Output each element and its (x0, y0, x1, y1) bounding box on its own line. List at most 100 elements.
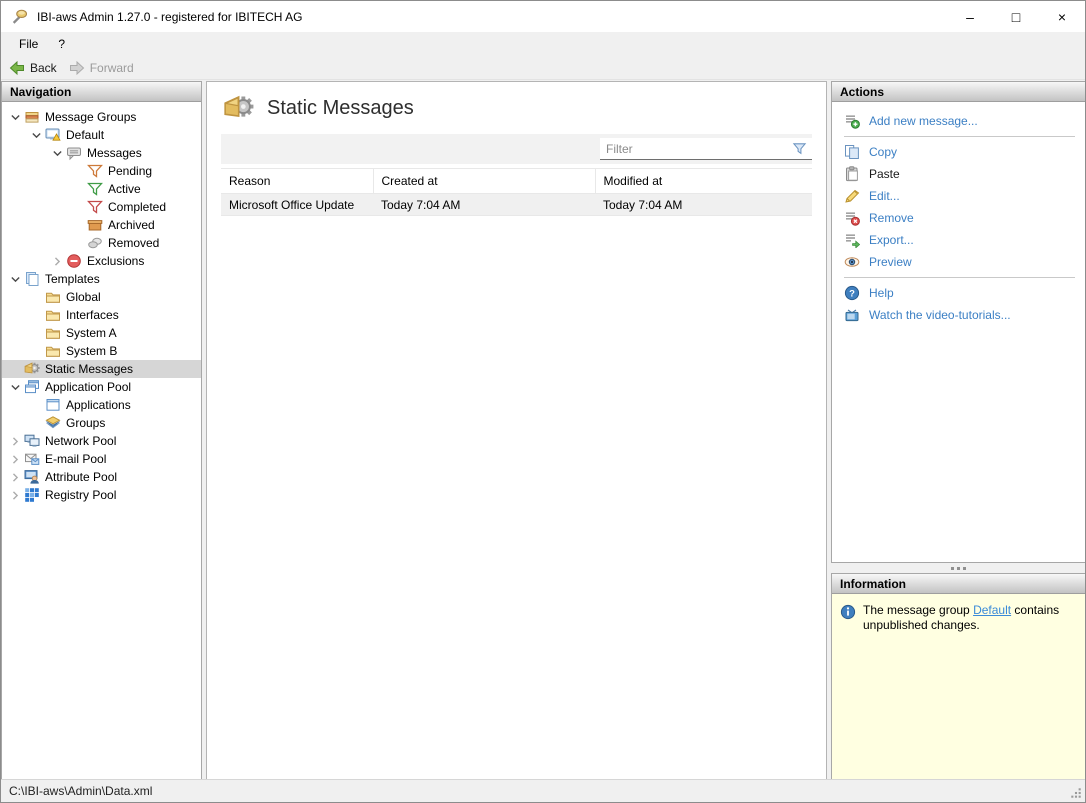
folder-icon (45, 343, 61, 359)
archive-icon (87, 217, 103, 233)
tree-expander[interactable] (6, 489, 24, 502)
panel-splitter[interactable] (831, 563, 1086, 573)
edit-icon (844, 188, 860, 204)
tree-item-messages[interactable]: Messages (2, 144, 201, 162)
information-content: The message group Default contains unpub… (832, 594, 1085, 642)
attribute-pool-icon (24, 469, 40, 485)
navigation-tree: Message Groups Default Messages PendingActi… (2, 102, 201, 504)
tree-expander[interactable] (48, 147, 66, 160)
groups-icon (45, 415, 61, 431)
column-header-created-at[interactable]: Created at (373, 169, 595, 194)
cell-created-at: Today 7:04 AM (373, 194, 595, 216)
action-label: Paste (869, 167, 900, 181)
tree-item-label: System A (66, 326, 117, 340)
table-body: Microsoft Office UpdateToday 7:04 AMToda… (221, 194, 812, 216)
tree-item-pending[interactable]: Pending (2, 162, 201, 180)
actions-separator (844, 277, 1075, 278)
forward-arrow-icon (69, 60, 85, 76)
tree-item-removed[interactable]: Removed (2, 234, 201, 252)
table-row[interactable]: Microsoft Office UpdateToday 7:04 AMToda… (221, 194, 812, 216)
tree-item-label: Messages (87, 146, 142, 160)
minimize-button[interactable]: – (947, 1, 993, 32)
tree-expander[interactable] (6, 111, 24, 124)
tree-item-static-messages[interactable]: Static Messages (2, 360, 201, 378)
tree-item-global[interactable]: Global (2, 288, 201, 306)
filter-input[interactable] (600, 142, 792, 156)
tree-item-e-mail-pool[interactable]: E-mail Pool (2, 450, 201, 468)
tree-item-message-groups[interactable]: Message Groups (2, 108, 201, 126)
resize-grip-icon[interactable] (1069, 786, 1083, 800)
close-button[interactable]: × (1039, 1, 1085, 32)
menu-item-file[interactable]: File (9, 34, 48, 54)
action-preview[interactable]: Preview (832, 251, 1085, 273)
action-label: Add new message... (869, 114, 978, 128)
filter-active-icon (87, 181, 103, 197)
forward-button[interactable]: Forward (69, 60, 134, 76)
tree-item-registry-pool[interactable]: Registry Pool (2, 486, 201, 504)
action-remove[interactable]: Remove (832, 207, 1085, 229)
chevron-right-icon (9, 453, 22, 466)
tree-item-archived[interactable]: Archived (2, 216, 201, 234)
folder-icon (45, 307, 61, 323)
back-button[interactable]: Back (9, 60, 57, 76)
filter-icon[interactable] (792, 141, 807, 156)
tree-item-templates[interactable]: Templates (2, 270, 201, 288)
info-icon (840, 604, 856, 620)
tree-item-exclusions[interactable]: Exclusions (2, 252, 201, 270)
chevron-down-icon (9, 381, 22, 394)
tree-expander[interactable] (6, 453, 24, 466)
tree-expander[interactable] (6, 435, 24, 448)
tree-expander[interactable] (48, 255, 66, 268)
tree-item-default[interactable]: Default (2, 126, 201, 144)
tree-item-system-a[interactable]: System A (2, 324, 201, 342)
tree-item-label: Default (66, 128, 104, 142)
status-path: C:\IBI-aws\Admin\Data.xml (9, 784, 152, 798)
menu-item-[interactable]: ? (48, 34, 75, 54)
tree-item-label: Message Groups (45, 110, 136, 124)
app-window: IBI-aws Admin 1.27.0 - registered for IB… (0, 0, 1086, 803)
status-bar: C:\IBI-aws\Admin\Data.xml (1, 779, 1085, 802)
tree-item-system-b[interactable]: System B (2, 342, 201, 360)
maximize-button[interactable]: □ (993, 1, 1039, 32)
tree-expander[interactable] (27, 129, 45, 142)
action-export[interactable]: Export... (832, 229, 1085, 251)
tree-item-groups[interactable]: Groups (2, 414, 201, 432)
tree-item-interfaces[interactable]: Interfaces (2, 306, 201, 324)
chevron-down-icon (51, 147, 64, 160)
tree-item-attribute-pool[interactable]: Attribute Pool (2, 468, 201, 486)
default-group-link[interactable]: Default (973, 603, 1011, 617)
filter-band (221, 134, 812, 164)
tree-item-label: System B (66, 344, 117, 358)
tree-item-active[interactable]: Active (2, 180, 201, 198)
tree-expander[interactable] (6, 471, 24, 484)
exclusions-icon (66, 253, 82, 269)
tree-item-label: Removed (108, 236, 159, 250)
message-groups-icon (24, 109, 40, 125)
remove-message-icon (844, 210, 860, 226)
tree-item-label: Interfaces (66, 308, 119, 322)
export-icon (844, 232, 860, 248)
actions-list: Add new message... Copy Paste Edit...Remove… (832, 102, 1085, 326)
chevron-right-icon (51, 255, 64, 268)
navigation-header: Navigation (2, 82, 201, 102)
action-watch-the-video-tutorials[interactable]: Watch the video-tutorials... (832, 304, 1085, 326)
column-header-reason[interactable]: Reason (221, 169, 373, 194)
action-copy[interactable]: Copy (832, 141, 1085, 163)
tree-item-label: Static Messages (45, 362, 133, 376)
information-panel: Information The message group Default co… (831, 573, 1086, 780)
action-label: Preview (869, 255, 912, 269)
action-paste[interactable]: Paste (832, 163, 1085, 185)
action-edit[interactable]: Edit... (832, 185, 1085, 207)
tree-item-network-pool[interactable]: Network Pool (2, 432, 201, 450)
action-add-new-message[interactable]: Add new message... (832, 110, 1085, 132)
tree-item-label: Application Pool (45, 380, 131, 394)
tree-expander[interactable] (6, 273, 24, 286)
tree-expander[interactable] (6, 381, 24, 394)
tree-item-completed[interactable]: Completed (2, 198, 201, 216)
chevron-right-icon (9, 435, 22, 448)
column-header-modified-at[interactable]: Modified at (595, 169, 812, 194)
splitter-grip-dots (957, 567, 960, 570)
tree-item-application-pool[interactable]: Application Pool (2, 378, 201, 396)
tree-item-applications[interactable]: Applications (2, 396, 201, 414)
action-help[interactable]: Help (832, 282, 1085, 304)
